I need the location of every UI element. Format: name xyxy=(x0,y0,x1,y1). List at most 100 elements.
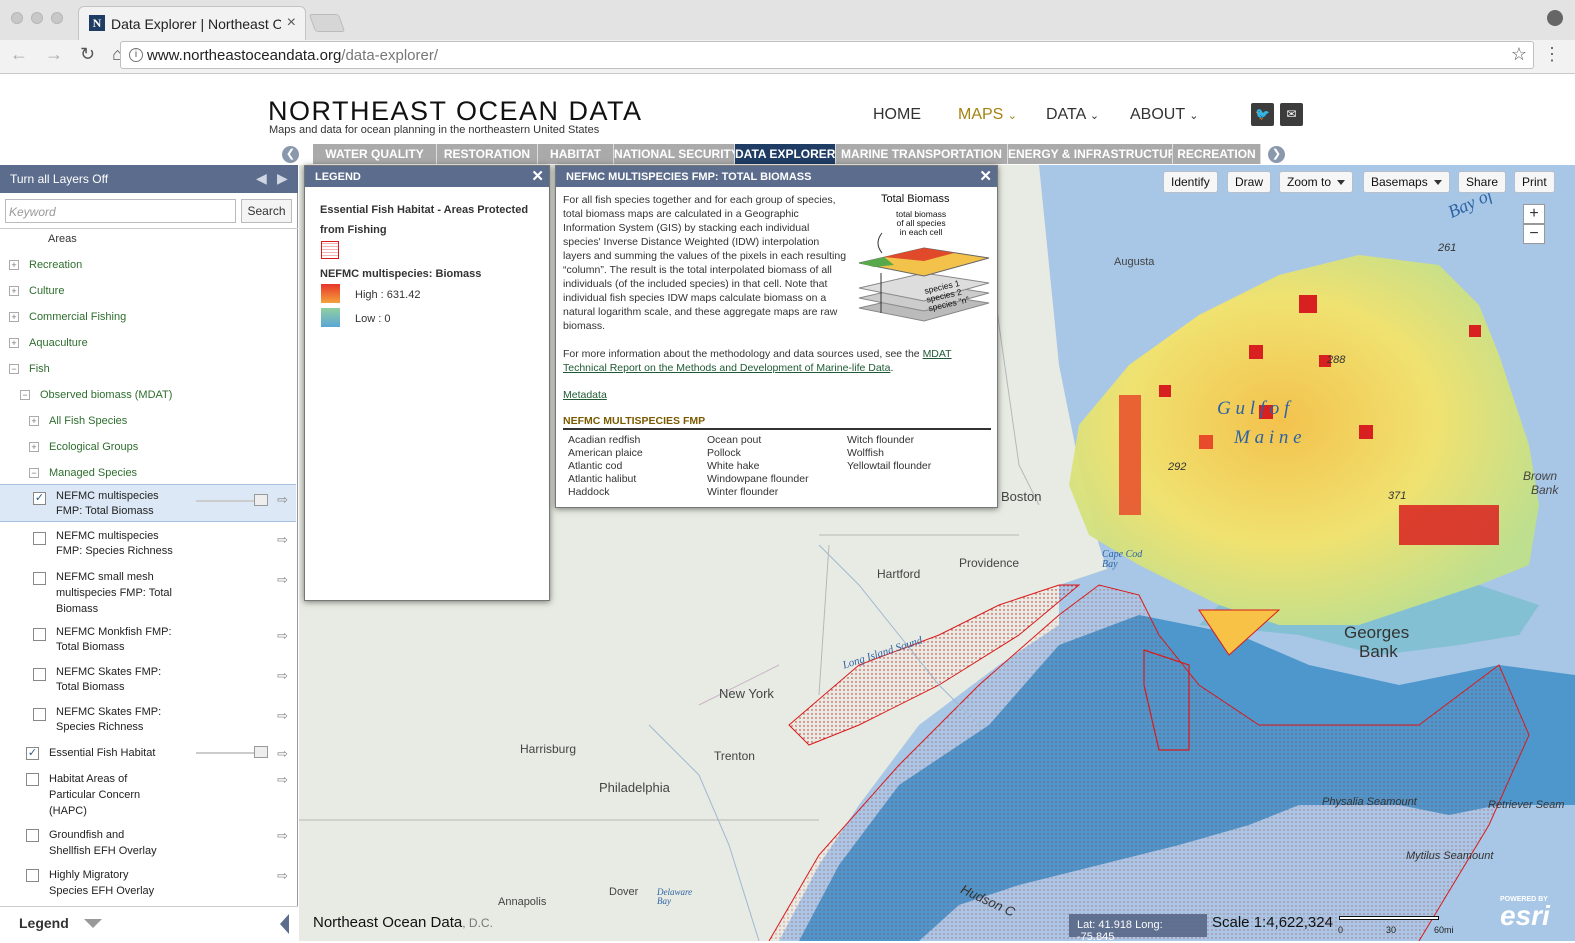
subnav-restoration[interactable]: RESTORATION xyxy=(437,144,538,164)
bookmark-star-icon[interactable]: ☆ xyxy=(1511,44,1527,65)
close-icon[interactable]: ✕ xyxy=(531,167,544,185)
new-tab-button[interactable] xyxy=(308,14,346,32)
layer-checkbox[interactable] xyxy=(33,572,46,585)
tree-item-aquaculture[interactable]: Aquaculture xyxy=(29,337,88,349)
export-icon[interactable]: ⇨ xyxy=(277,668,288,684)
chevron-down-icon[interactable] xyxy=(84,919,102,928)
slider-handle[interactable] xyxy=(254,746,268,758)
menu-data[interactable]: DATA ⌄ xyxy=(1046,106,1099,124)
browser-menu-icon[interactable]: ⋮ xyxy=(1543,44,1561,65)
close-tab-icon[interactable]: × xyxy=(287,14,296,32)
opacity-slider[interactable] xyxy=(196,746,268,758)
site-logo[interactable]: NORTHEAST OCEAN DATA xyxy=(268,96,643,127)
export-icon[interactable]: ⇨ xyxy=(277,828,288,844)
close-icon[interactable]: ✕ xyxy=(979,167,992,185)
slider-handle[interactable] xyxy=(254,494,268,506)
export-icon[interactable]: ⇨ xyxy=(277,708,288,724)
menu-home[interactable]: HOME xyxy=(873,106,921,124)
export-icon[interactable]: ⇨ xyxy=(277,492,288,508)
layer-checkbox[interactable] xyxy=(33,628,46,641)
layer-checkbox[interactable]: ✓ xyxy=(33,492,46,505)
subnav-habitat[interactable]: HABITAT xyxy=(538,144,614,164)
subnav-next-icon[interactable]: ❯ xyxy=(1268,146,1285,163)
menu-about[interactable]: ABOUT ⌄ xyxy=(1130,106,1199,124)
layer-checkbox[interactable]: ✓ xyxy=(26,747,39,760)
email-icon[interactable]: ✉ xyxy=(1280,103,1303,126)
address-bar[interactable]: i www.northeastoceandata.org/data-explor… xyxy=(120,41,1534,69)
layer-checkbox[interactable] xyxy=(26,869,39,882)
back-icon[interactable]: ← xyxy=(10,44,28,64)
tree-item-all-fish-species[interactable]: All Fish Species xyxy=(49,415,127,427)
layer-row-skates-biomass[interactable]: NEFMC Skates FMP: Total Biomass ⇨ xyxy=(0,661,296,699)
layer-row-monkfish[interactable]: NEFMC Monkfish FMP: Total Biomass ⇨ xyxy=(0,621,296,659)
layer-checkbox[interactable] xyxy=(26,773,39,786)
esri-logo[interactable]: POWERED BY esri xyxy=(1500,896,1550,930)
layer-row-total-biomass[interactable]: ✓ NEFMC multispecies FMP: Total Biomass ⇨ xyxy=(0,484,296,522)
metadata-link[interactable]: Metadata xyxy=(563,389,607,401)
keyword-input[interactable]: Keyword xyxy=(5,199,236,223)
menu-maps[interactable]: MAPS ⌄ xyxy=(958,106,1017,124)
layer-row-small-mesh[interactable]: NEFMC small mesh multispecies FMP: Total B… xyxy=(0,565,296,619)
tree-item-recreation[interactable]: Recreation xyxy=(29,259,82,271)
identify-button[interactable]: Identify xyxy=(1163,171,1218,193)
url-text[interactable]: www.northeastoceandata.org/data-explorer… xyxy=(147,47,438,64)
tree-item-managed-species[interactable]: Managed Species xyxy=(49,467,137,479)
draw-button[interactable]: Draw xyxy=(1227,171,1272,193)
subnav-recreation[interactable]: RECREATION xyxy=(1173,144,1261,164)
expand-icon[interactable]: + xyxy=(9,312,19,322)
export-icon[interactable]: ⇨ xyxy=(277,746,288,762)
basemaps-button[interactable]: Basemaps xyxy=(1363,171,1450,193)
minimize-window-button[interactable] xyxy=(31,12,43,24)
layer-checkbox[interactable] xyxy=(33,708,46,721)
tree-item-areas[interactable]: Areas xyxy=(48,233,77,245)
collapse-icon[interactable]: − xyxy=(20,390,30,400)
collapse-panel-icon[interactable] xyxy=(280,914,289,934)
maximize-window-button[interactable] xyxy=(51,12,63,24)
forward-icon[interactable]: → xyxy=(45,44,63,64)
legend-toggle-bar[interactable]: Legend xyxy=(0,906,298,941)
layer-row-groundfish-efh[interactable]: Groundfish and Shellfish EFH Overlay ⇨ xyxy=(0,824,296,862)
subnav-data-explorer[interactable]: DATA EXPLORER xyxy=(735,144,836,164)
share-button[interactable]: Share xyxy=(1458,171,1507,193)
export-icon[interactable]: ⇨ xyxy=(277,532,288,548)
zoom-out-button[interactable]: − xyxy=(1523,224,1545,244)
tree-item-ecological-groups[interactable]: Ecological Groups xyxy=(49,441,138,453)
expand-icon[interactable]: + xyxy=(9,338,19,348)
tree-item-commercial-fishing[interactable]: Commercial Fishing xyxy=(29,311,126,323)
tree-item-observed-biomass[interactable]: Observed biomass (MDAT) xyxy=(40,389,172,401)
zoom-to-button[interactable]: Zoom to xyxy=(1279,171,1354,193)
opacity-slider[interactable] xyxy=(196,494,268,506)
layer-row-species-richness[interactable]: NEFMC multispecies FMP: Species Richness … xyxy=(0,525,296,563)
tree-item-culture[interactable]: Culture xyxy=(29,285,64,297)
legend-toggle-label[interactable]: Legend xyxy=(19,915,69,931)
export-icon[interactable]: ⇨ xyxy=(277,772,288,788)
expand-icon[interactable]: + xyxy=(9,260,19,270)
layer-checkbox[interactable] xyxy=(33,532,46,545)
browser-tab[interactable]: N Data Explorer | Northeast Oce × xyxy=(78,6,306,40)
collapse-icon[interactable]: − xyxy=(9,364,19,374)
expand-icon[interactable]: + xyxy=(29,442,39,452)
expand-icon[interactable]: + xyxy=(29,416,39,426)
turn-all-layers-off-button[interactable]: Turn all Layers Off xyxy=(10,172,108,186)
panel-next-icon[interactable]: ▶ xyxy=(277,170,288,187)
twitter-icon[interactable]: 🐦 xyxy=(1251,103,1274,126)
layer-row-hapc[interactable]: Habitat Areas of Particular Concern (HAPC)… xyxy=(0,768,296,822)
tree-item-fish[interactable]: Fish xyxy=(29,363,50,375)
zoom-in-button[interactable]: + xyxy=(1523,204,1545,224)
collapse-icon[interactable]: − xyxy=(29,468,39,478)
layer-row-highly-migratory-efh[interactable]: Highly Migratory Species EFH Overlay ⇨ xyxy=(0,864,296,902)
info-icon[interactable]: i xyxy=(129,48,143,62)
export-icon[interactable]: ⇨ xyxy=(277,628,288,644)
profile-icon[interactable] xyxy=(1547,10,1563,26)
search-button[interactable]: Search xyxy=(241,199,292,223)
panel-prev-icon[interactable]: ◀ xyxy=(256,170,267,187)
subnav-marine-transportation[interactable]: MARINE TRANSPORTATION xyxy=(836,144,1008,164)
layer-checkbox[interactable] xyxy=(33,668,46,681)
print-button[interactable]: Print xyxy=(1514,171,1555,193)
close-window-button[interactable] xyxy=(11,12,23,24)
layer-row-skates-richness[interactable]: NEFMC Skates FMP: Species Richness ⇨ xyxy=(0,701,296,739)
layer-row-efh[interactable]: ✓ Essential Fish Habitat ⇨ xyxy=(0,742,296,766)
layer-checkbox[interactable] xyxy=(26,829,39,842)
subnav-national-security[interactable]: NATIONAL SECURITY xyxy=(614,144,735,164)
subnav-prev-icon[interactable]: ❮ xyxy=(282,146,299,163)
